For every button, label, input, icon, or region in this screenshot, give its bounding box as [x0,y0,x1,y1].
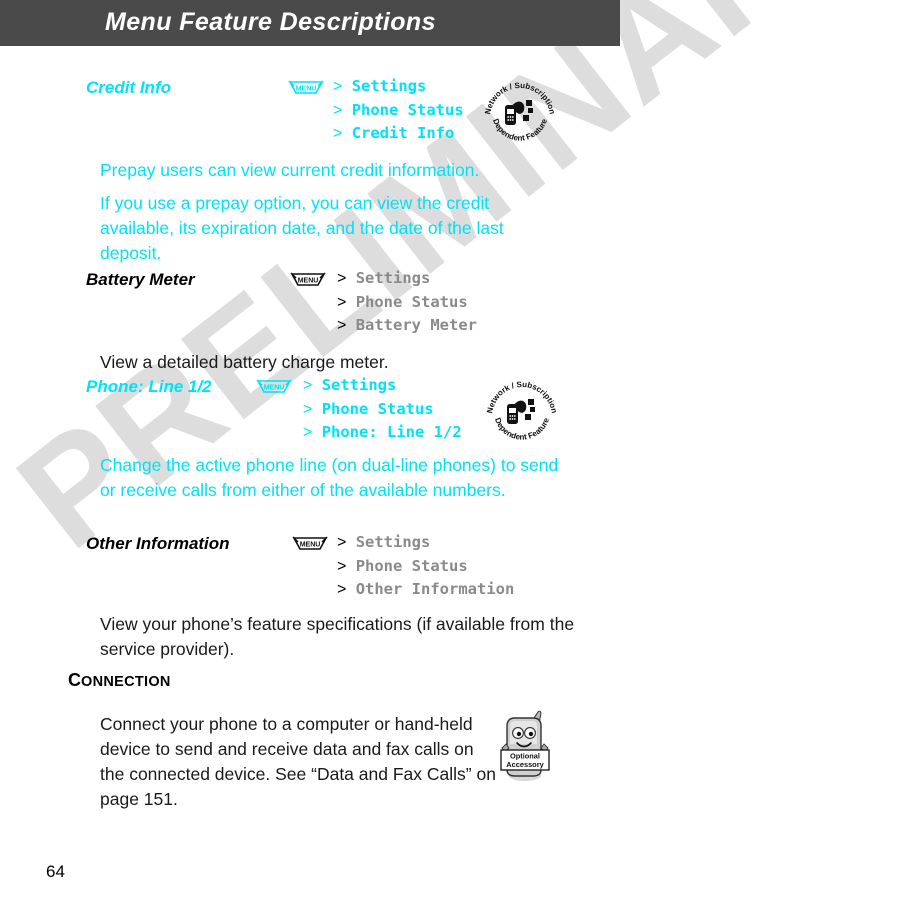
menu-key-icon: MENU [292,536,328,552]
chevron-right-icon: > [333,125,343,142]
menu-path-other-information: > Settings > Phone Status > Other Inform… [337,531,514,602]
chevron-right-icon: > [333,78,343,95]
menu-path-row: > Settings [337,269,431,287]
feature-label-battery-meter: Battery Meter [86,270,195,289]
network-subscription-badge-icon: Network / Subscription Dependent Feature [484,375,560,451]
svg-text:MENU: MENU [296,86,317,93]
paragraph: Connect your phone to a computer or hand… [100,714,496,809]
menu-path-row: > Phone Status [337,556,468,575]
paragraph: View your phone’s feature specifications… [100,614,575,659]
feature-label-other-information: Other Information [86,534,230,553]
page-number: 64 [46,862,65,881]
page-content: Credit Info MENU > Settings > Phone Stat… [0,46,901,901]
menu-path-row: > Phone Status [333,100,464,119]
section-heading-rest: ONNECTION [81,674,171,690]
chevron-right-icon: > [303,400,313,418]
menu-path-row: > Settings [333,77,427,95]
feature-label-phone-line: Phone: Line 1/2 [86,377,212,396]
chevron-right-icon: > [337,317,347,334]
chevron-right-icon: > [337,293,347,311]
svg-text:MENU: MENU [264,385,285,392]
chevron-right-icon: > [337,557,347,575]
menu-path-row: > Phone Status [303,399,434,418]
menu-path-phone-line: > Settings > Phone Status > Phone: Line … [303,374,462,445]
menu-path-credit-info: > Settings > Phone Status > Credit Info [333,75,464,146]
chevron-right-icon: > [337,534,347,551]
chevron-right-icon: > [303,377,313,394]
menu-key-icon: MENU [288,80,324,96]
section-heading-initial: C [68,670,81,690]
svg-text:Dependent Feature: Dependent Feature [491,117,549,143]
menu-path-row: > Phone: Line 1/2 [303,423,462,441]
page-title: Menu Feature Descriptions [105,8,436,36]
optional-accessory-badge-icon: Optional Accessory [492,704,558,784]
page-header-banner: Menu Feature Descriptions [0,0,620,46]
menu-path-row: > Settings [303,376,397,394]
svg-text:MENU: MENU [298,278,319,285]
menu-key-icon: MENU [290,272,326,288]
svg-text:Dependent Feature: Dependent Feature [493,416,551,442]
chevron-right-icon: > [303,424,313,441]
chevron-right-icon: > [333,101,343,119]
menu-key-icon: MENU [256,379,292,395]
paragraph: If you use a prepay option, you can view… [100,193,504,263]
paragraph: View a detailed battery charge meter. [100,352,389,372]
chevron-right-icon: > [337,581,347,598]
menu-path-row: > Settings [337,533,431,551]
chevron-right-icon: > [337,270,347,287]
menu-path-row: > Other Information [337,580,515,598]
menu-path-row: > Phone Status [337,292,468,311]
svg-text:Accessory: Accessory [506,760,544,769]
network-subscription-badge-icon: Network / Subscription Dependent Feature [482,76,558,152]
menu-path-battery-meter: > Settings > Phone Status > Battery Mete… [337,267,477,338]
section-heading-connection: CONNECTION [68,670,171,691]
svg-text:MENU: MENU [300,542,321,549]
paragraph: Change the active phone line (on dual-li… [100,455,559,500]
menu-path-row: > Battery Meter [337,316,478,334]
feature-label-credit-info: Credit Info [86,78,171,97]
paragraph: Prepay users can view current credit inf… [100,160,480,180]
menu-path-row: > Credit Info [333,124,455,142]
